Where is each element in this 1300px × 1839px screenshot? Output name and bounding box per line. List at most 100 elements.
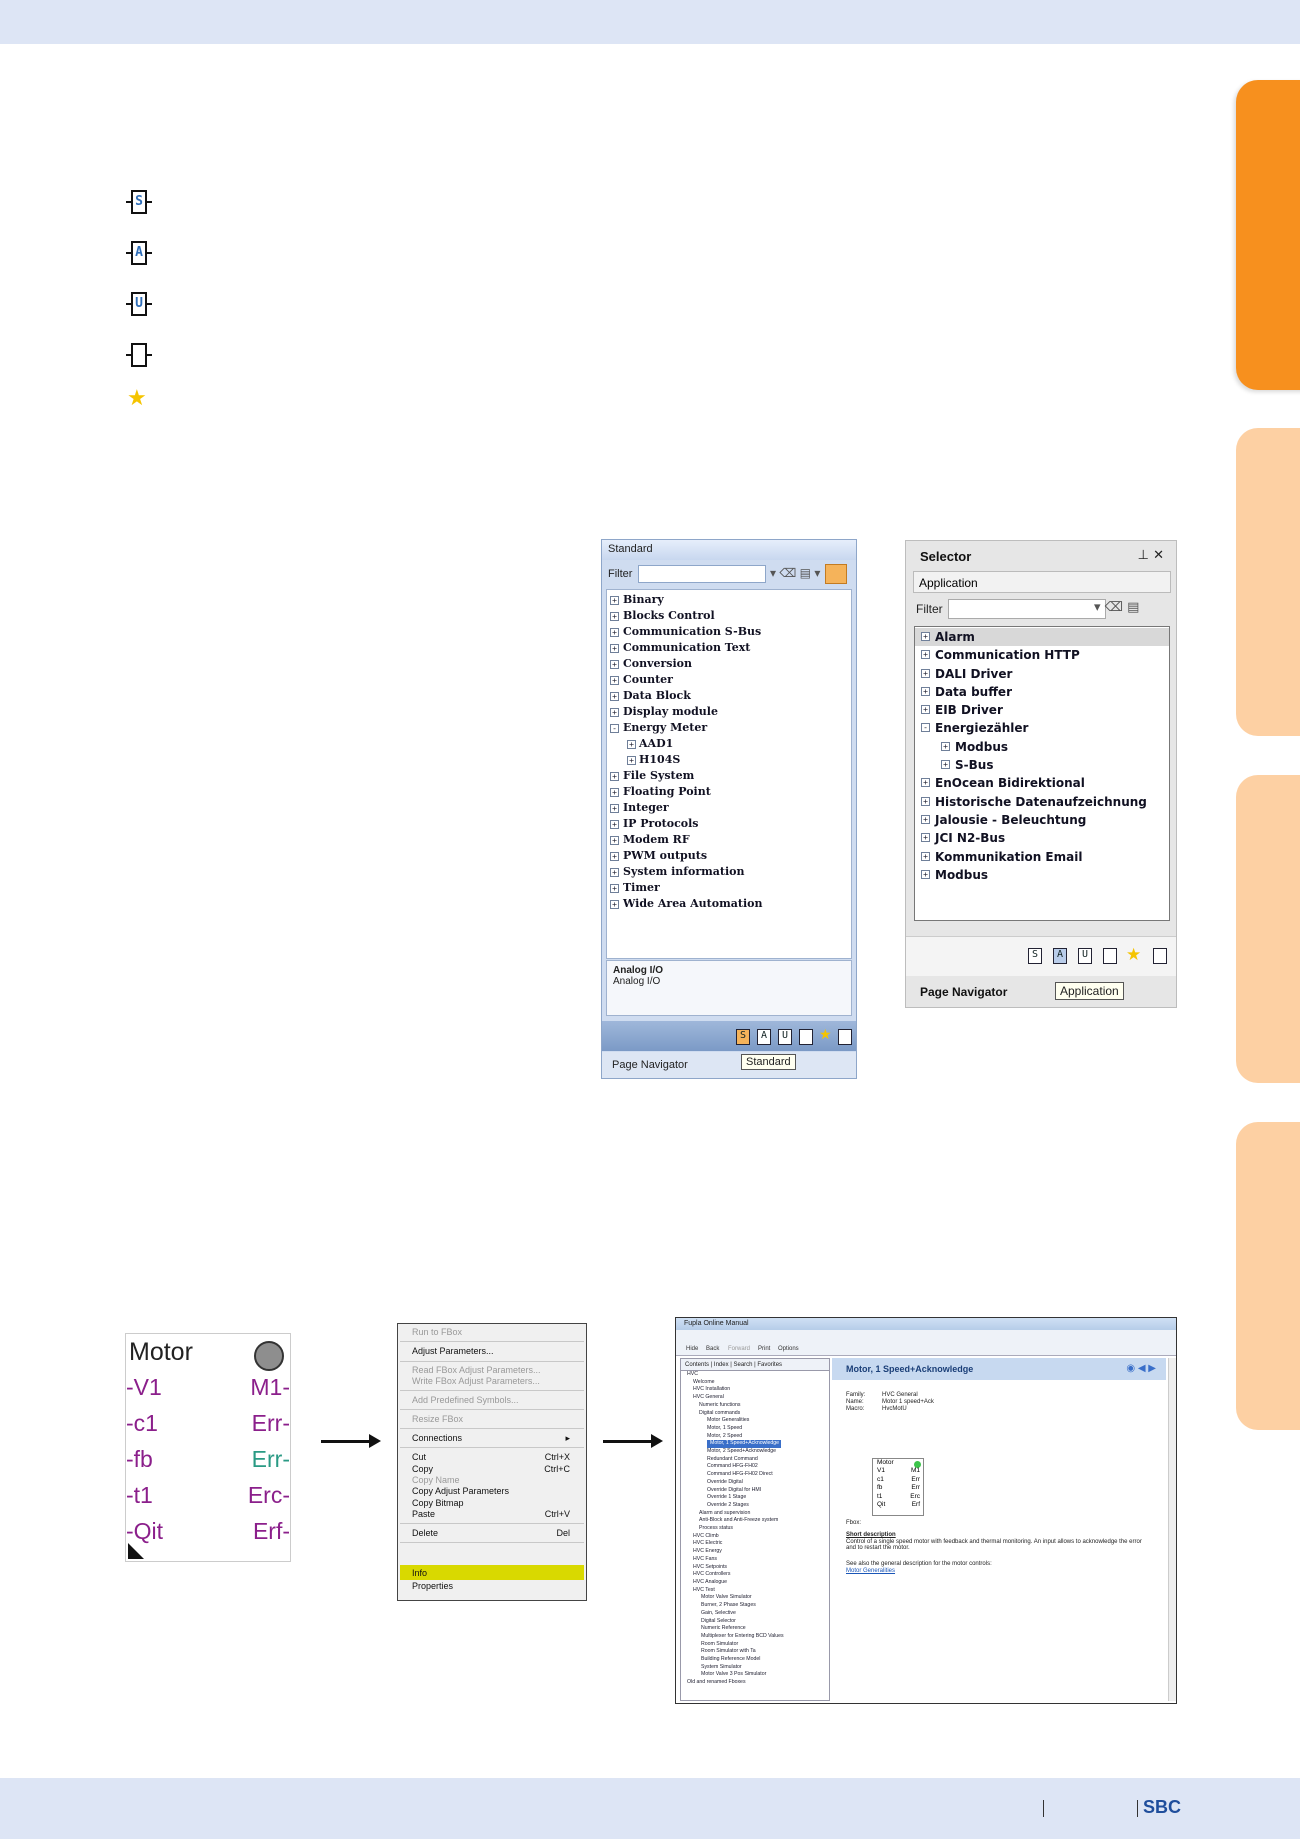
expand-icon[interactable]: + xyxy=(610,900,619,909)
input-pin[interactable]: -Qit xyxy=(126,1518,163,1545)
help-tree-item[interactable]: HVC xyxy=(681,1371,829,1379)
output-pin[interactable]: Err- xyxy=(252,1446,290,1473)
help-tree-item[interactable]: Numeric Reference xyxy=(681,1625,829,1633)
tree-item[interactable]: + EnOcean Bidirektional xyxy=(915,774,1169,792)
help-tree-item[interactable]: HVC Climb xyxy=(681,1533,829,1541)
tree-item[interactable]: + Conversion xyxy=(607,656,851,672)
tree-item[interactable]: + Data buffer xyxy=(915,683,1169,701)
help-tree-item[interactable]: Process status xyxy=(681,1525,829,1533)
expand-icon[interactable]: + xyxy=(921,705,930,715)
expand-icon[interactable]: + xyxy=(610,660,619,669)
menu-item[interactable]: Resize FBox xyxy=(412,1414,582,1424)
help-tree-item[interactable]: Motor Valve 3 Pos Simulator xyxy=(681,1671,829,1679)
options-button[interactable]: Options xyxy=(778,1346,799,1352)
expand-icon[interactable]: + xyxy=(627,740,636,749)
motor-fbox[interactable]: Motor -V1 -c1 -fb -t1 -Qit M1- Err- Err-… xyxy=(125,1333,291,1562)
tree-item[interactable]: + Integer xyxy=(607,800,851,816)
expand-icon[interactable]: + xyxy=(921,632,930,641)
help-tree-item[interactable]: HVC Test xyxy=(681,1587,829,1595)
expand-icon[interactable]: + xyxy=(610,836,619,845)
help-tree-item[interactable]: Motor, 2 Speed+Acknowledge xyxy=(681,1448,829,1456)
tree-item[interactable]: + Communication Text xyxy=(607,640,851,656)
help-tree-item[interactable]: Gain, Selective xyxy=(681,1610,829,1618)
help-tree-item[interactable]: Burner, 2 Phase Stages xyxy=(681,1602,829,1610)
tree-item[interactable]: + Communication S-Bus xyxy=(607,624,851,640)
help-tree-item[interactable]: Digital Selector xyxy=(681,1618,829,1626)
chapter-tab-active[interactable] xyxy=(1236,80,1300,390)
tree-item[interactable]: + Floating Point xyxy=(607,784,851,800)
menu-item[interactable]: Write FBox Adjust Parameters... xyxy=(412,1376,582,1386)
menu-item[interactable]: Adjust Parameters... xyxy=(412,1346,582,1356)
expand-icon[interactable]: + xyxy=(610,708,619,717)
input-pin[interactable]: -t1 xyxy=(126,1482,153,1509)
all-libraries-button[interactable] xyxy=(1103,948,1117,964)
vertical-scrollbar[interactable] xyxy=(1168,1358,1176,1701)
expand-icon[interactable]: + xyxy=(610,868,619,877)
tree-item[interactable]: + EIB Driver xyxy=(915,701,1169,719)
all-libraries-button[interactable] xyxy=(799,1029,813,1045)
help-tree-item[interactable]: HVC Fans xyxy=(681,1556,829,1564)
tree-item[interactable]: + IP Protocols xyxy=(607,816,851,832)
expand-icon[interactable]: + xyxy=(610,884,619,893)
filter-input[interactable] xyxy=(638,565,766,583)
expand-icon[interactable]: + xyxy=(610,612,619,621)
tree-item[interactable]: - Energiezähler xyxy=(915,719,1169,737)
user-library-button[interactable]: U xyxy=(778,1029,792,1045)
menu-item[interactable]: Read FBox Adjust Parameters... xyxy=(412,1365,582,1375)
tree-view-button[interactable] xyxy=(825,564,847,584)
filter-input[interactable] xyxy=(948,599,1106,619)
help-tree-item[interactable]: HVC Analogue xyxy=(681,1579,829,1587)
expand-icon[interactable]: + xyxy=(610,692,619,701)
hide-button[interactable]: Hide xyxy=(686,1346,698,1352)
expand-icon[interactable]: + xyxy=(921,833,930,843)
favorites-star-icon[interactable]: ★ xyxy=(819,1027,832,1043)
tree-item[interactable]: + Communication HTTP xyxy=(915,646,1169,664)
help-tree-item[interactable]: Multiplexer for Entering BCD Values xyxy=(681,1633,829,1641)
expand-icon[interactable]: + xyxy=(610,820,619,829)
pin-and-close-icon[interactable]: ⊥ ✕ xyxy=(1138,548,1164,563)
filter-tools-icon[interactable]: ▾ ⌫ ▤ xyxy=(1094,600,1139,615)
help-tree-item[interactable]: Motor Valve Simulator xyxy=(681,1594,829,1602)
standard-library-button[interactable]: S xyxy=(1028,948,1042,964)
chapter-tab[interactable] xyxy=(1236,1122,1300,1430)
collapse-icon[interactable]: - xyxy=(610,724,619,733)
tree-item[interactable]: + DALI Driver xyxy=(915,665,1169,683)
help-tree-item[interactable]: Welcome xyxy=(681,1379,829,1387)
menu-item[interactable]: Connections xyxy=(412,1433,582,1443)
expand-icon[interactable]: + xyxy=(627,756,636,765)
tree-item[interactable]: + Data Block xyxy=(607,688,851,704)
help-tree-item[interactable]: Numeric functions xyxy=(681,1402,829,1410)
tree-item[interactable]: + Wide Area Automation xyxy=(607,896,851,912)
help-tree-item[interactable]: Redundant Command xyxy=(681,1456,829,1464)
tree-item[interactable]: + Alarm xyxy=(915,628,1169,647)
help-tree-item[interactable]: Room Simulator xyxy=(681,1641,829,1649)
expand-icon[interactable]: + xyxy=(941,741,950,751)
help-tree-item[interactable]: Command HFG-FH02 Direct xyxy=(681,1471,829,1479)
help-tree-item[interactable]: HVC Electric xyxy=(681,1540,829,1548)
help-tree-item[interactable]: Override 1 Stage xyxy=(681,1494,829,1502)
filter-tools-icon[interactable]: ▾ ⌫ ▤ ▾ xyxy=(770,566,820,580)
tree-item[interactable]: + H104S xyxy=(607,752,851,768)
tree-item[interactable]: + Binary xyxy=(607,592,851,608)
expand-icon[interactable]: + xyxy=(921,778,930,788)
output-pin[interactable]: Erf- xyxy=(253,1518,290,1545)
tree-item[interactable]: + JCI N2-Bus xyxy=(915,829,1169,847)
help-tree-item[interactable]: HVC Setpoints xyxy=(681,1564,829,1572)
help-tree-item[interactable]: Anti-Block and Anti-Freeze system xyxy=(681,1517,829,1525)
menu-item[interactable]: Copy Name xyxy=(412,1475,582,1485)
print-button[interactable]: Print xyxy=(758,1346,770,1352)
expand-icon[interactable]: + xyxy=(610,676,619,685)
help-tree-item[interactable]: HVC Installation xyxy=(681,1386,829,1394)
help-tree-item[interactable]: System Simulator xyxy=(681,1664,829,1672)
chapter-tab[interactable] xyxy=(1236,775,1300,1083)
expand-icon[interactable]: + xyxy=(921,814,930,824)
expand-icon[interactable]: + xyxy=(921,796,930,806)
expand-icon[interactable]: + xyxy=(921,869,930,879)
tree-item[interactable]: + Historische Datenaufzeichnung xyxy=(915,793,1169,811)
tree-item[interactable]: + PWM outputs xyxy=(607,848,851,864)
tree-item[interactable]: + Display module xyxy=(607,704,851,720)
help-tree-item[interactable]: Building Reference Model xyxy=(681,1656,829,1664)
nav-arrows-icon[interactable]: ◉ ◀ ▶ xyxy=(1126,1363,1156,1374)
menu-item[interactable]: Add Predefined Symbols... xyxy=(412,1395,582,1405)
help-tree-item[interactable]: Old and renamed Fboxes xyxy=(681,1679,829,1687)
